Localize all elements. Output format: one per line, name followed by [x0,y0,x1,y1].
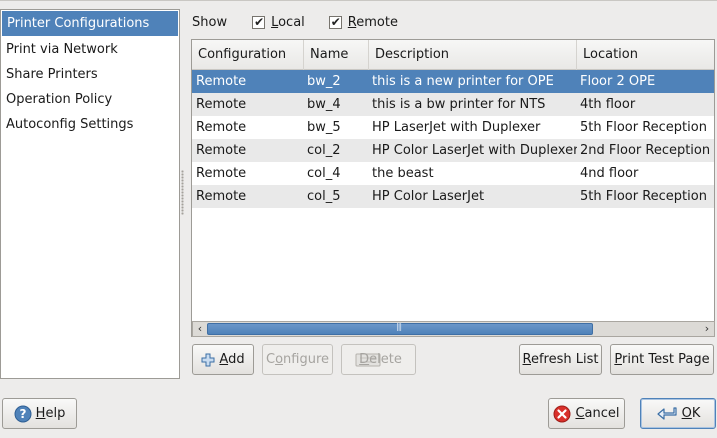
ok-arrow-icon [656,406,678,422]
scroll-right-arrow-icon[interactable]: › [700,322,714,336]
print-test-page-button-label: Print Test Page [614,352,710,367]
column-header-location[interactable]: Location [577,40,714,70]
plus-icon [201,353,215,367]
table-header: Configuration Name Description Location [192,40,714,70]
cell-description: HP Color LaserJet [372,189,485,204]
printers-table: Configuration Name Description Location … [191,39,715,337]
column-header-description[interactable]: Description [369,40,577,70]
cell-location: Floor 2 OPE [580,74,656,89]
add-button-label: Add [219,352,245,367]
check-icon: ✔ [254,14,265,29]
delete-button-label: Delete [359,352,402,367]
show-filter-row: Show ✔ Local ✔ Remote [192,12,422,32]
svg-text:?: ? [19,407,26,421]
table-body: Remote bw_2 this is a new printer for OP… [192,70,714,208]
column-header-name[interactable]: Name [304,40,369,70]
scroll-left-arrow-icon[interactable]: ‹ [193,322,207,336]
help-button[interactable]: ? Help [2,398,77,429]
cell-description: HP Color LaserJet with Duplexer [372,143,577,158]
horizontal-scrollbar[interactable]: ‹ ||| › [192,321,715,337]
cell-name: col_4 [307,166,341,181]
cell-location: 4th floor [580,97,636,112]
scrollbar-thumb[interactable]: ||| [207,322,593,335]
cell-description: this is a new printer for OPE [372,74,554,89]
help-icon: ? [14,405,32,423]
print-test-page-button[interactable]: Print Test Page [610,344,714,375]
help-button-label: Help [35,406,66,421]
table-row[interactable]: Remote col_2 HP Color LaserJet with Dupl… [192,139,714,162]
cell-configuration: Remote [196,120,247,135]
cell-description: this is a bw printer for NTS [372,97,546,112]
local-checkbox-label: Local [271,14,305,30]
cell-name: bw_4 [307,97,341,112]
cell-location: 4nd floor [580,166,639,181]
cell-location: 2nd Floor Reception [580,143,711,158]
cell-configuration: Remote [196,143,247,158]
cell-name: bw_2 [307,74,341,89]
grip-icon: ||| [396,322,402,331]
show-label: Show [192,14,228,30]
cell-configuration: Remote [196,166,247,181]
column-header-configuration[interactable]: Configuration [192,40,304,70]
ok-button-label: OK [681,406,701,421]
remote-checkbox[interactable]: ✔ Remote [328,14,398,30]
local-checkbox-box[interactable]: ✔ [252,14,266,29]
refresh-list-button[interactable]: Refresh List [519,344,602,375]
table-row[interactable]: Remote col_4 the beast 4nd floor [192,162,714,185]
sidebar-item-operation-policy[interactable]: Operation Policy [1,87,179,112]
table-row[interactable]: Remote bw_5 HP LaserJet with Duplexer 5t… [192,116,714,139]
cancel-button-label: Cancel [575,406,620,421]
table-row[interactable]: Remote bw_4 this is a bw printer for NTS… [192,93,714,116]
cancel-icon [553,405,571,423]
top-divider [0,0,717,1]
table-row[interactable]: Remote bw_2 this is a new printer for OP… [192,70,714,93]
cell-name: col_5 [307,189,341,204]
sidebar-item-autoconfig-settings[interactable]: Autoconfig Settings [1,112,179,137]
cell-name: bw_5 [307,120,341,135]
refresh-list-button-label: Refresh List [522,352,599,367]
sidebar-item-printer-configurations[interactable]: Printer Configurations [2,11,178,36]
check-icon: ✔ [330,14,341,29]
cell-description: the beast [372,166,434,181]
cell-configuration: Remote [196,74,247,89]
cancel-button[interactable]: Cancel [548,398,625,429]
cell-location: 5th Floor Reception [580,189,707,204]
configure-button[interactable]: Configure [262,344,333,375]
configure-button-label: Configure [265,352,330,367]
remote-checkbox-box[interactable]: ✔ [328,14,342,29]
add-button[interactable]: Add [192,344,254,375]
pane-resize-handle[interactable] [181,170,184,215]
cell-name: col_2 [307,143,341,158]
sidebar-item-share-printers[interactable]: Share Printers [1,62,179,87]
cell-description: HP LaserJet with Duplexer [372,120,541,135]
cell-configuration: Remote [196,97,247,112]
sidebar-item-print-via-network[interactable]: Print via Network [1,37,179,62]
table-row[interactable]: Remote col_5 HP Color LaserJet 5th Floor… [192,185,714,208]
remote-checkbox-label: Remote [347,14,398,30]
cell-configuration: Remote [196,189,247,204]
cell-location: 5th Floor Reception [580,120,707,135]
ok-button[interactable]: OK [640,398,716,429]
local-checkbox[interactable]: ✔ Local [252,15,305,30]
sidebar-list: Printer Configurations Print via Network… [0,9,180,379]
delete-button[interactable]: Delete [341,344,416,375]
